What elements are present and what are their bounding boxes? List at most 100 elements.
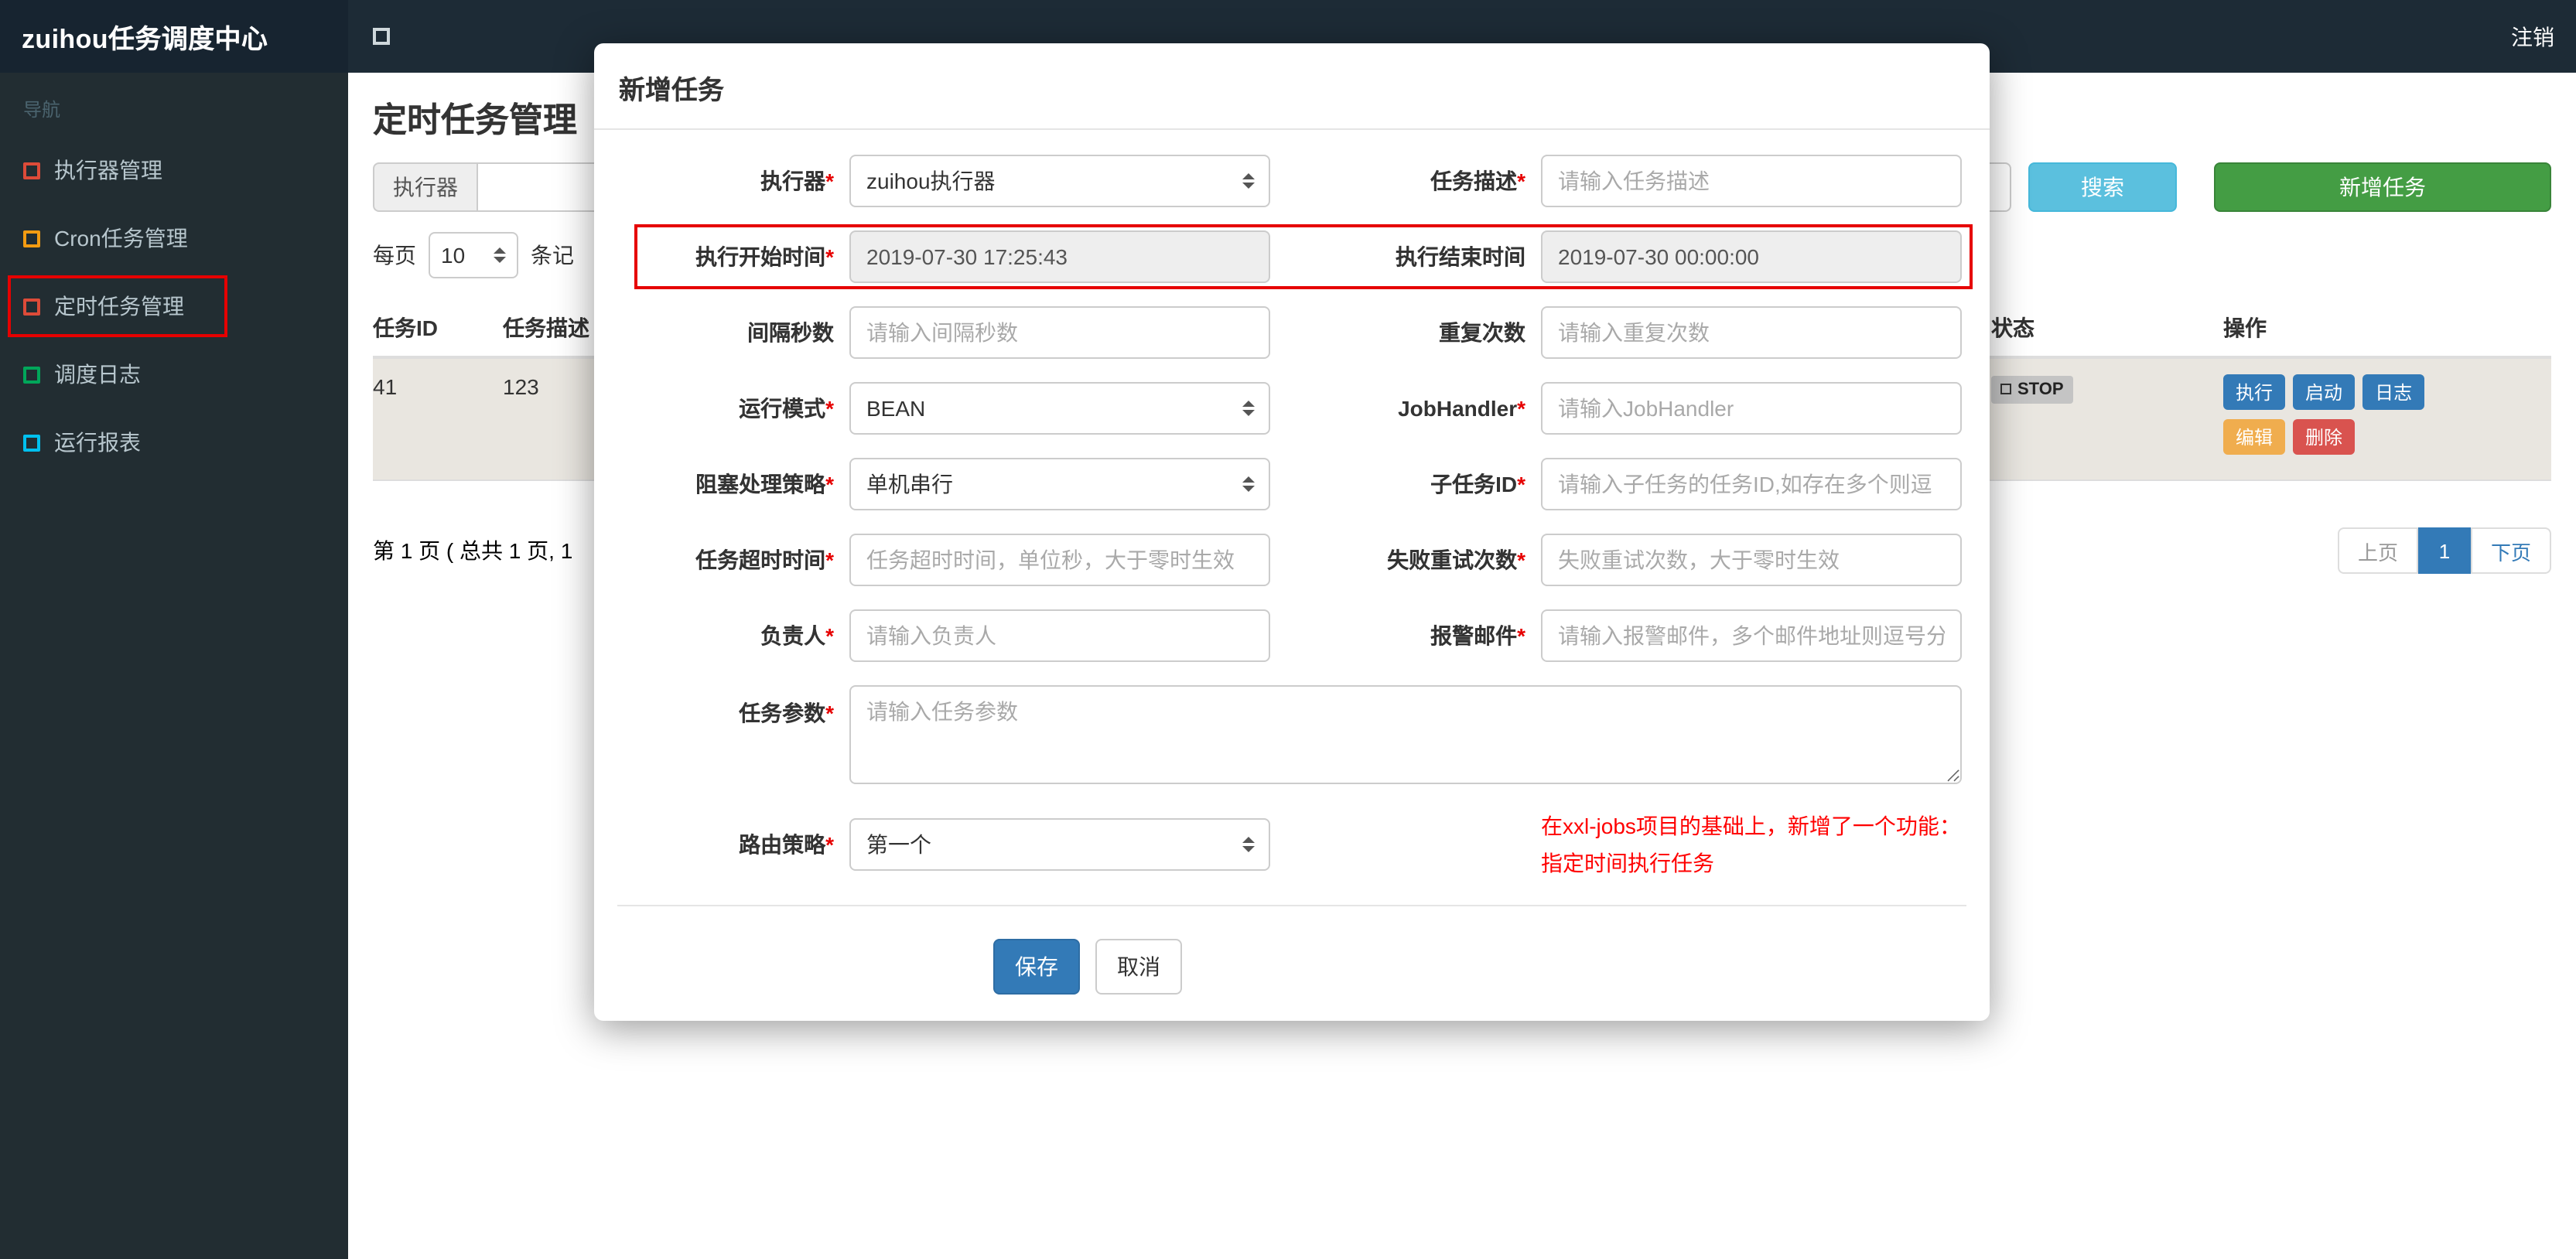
- route-strategy-label: 路由策略: [617, 829, 849, 860]
- alarm-email-label: 报警邮件: [1270, 620, 1541, 651]
- select-arrows-icon: [1242, 401, 1255, 416]
- action-row-1: 执行 启动 日志: [2223, 374, 2551, 410]
- alarm-email-input[interactable]: [1541, 609, 1962, 662]
- app-title[interactable]: zuihou任务调度中心: [0, 0, 348, 73]
- sidebar-item-cron-task-management[interactable]: Cron任务管理: [0, 204, 348, 272]
- page-size-value: 10: [441, 243, 466, 268]
- run-mode-select[interactable]: BEAN: [849, 382, 1270, 435]
- route-strategy-select-value: 第一个: [866, 832, 931, 857]
- green-square-icon: [23, 366, 40, 383]
- owner-label: 负责人: [617, 620, 849, 651]
- modal-title: 新增任务: [619, 76, 724, 105]
- add-task-button[interactable]: 新增任务: [2214, 162, 2551, 212]
- search-button[interactable]: 搜索: [2028, 162, 2177, 212]
- per-page-label: 每页: [373, 243, 416, 268]
- child-job-label: 子任务ID: [1270, 469, 1541, 500]
- form-row: 路由策略 第一个 在xxl-jobs项目的基础上，新增了一个功能： 指定时间执行…: [617, 807, 1966, 882]
- modal-header: 新增任务: [594, 43, 1990, 130]
- retry-label: 失败重试次数: [1270, 544, 1541, 575]
- retry-input[interactable]: [1541, 534, 1962, 586]
- executor-label: 执行器: [617, 165, 849, 196]
- select-arrows-icon: [1242, 837, 1255, 852]
- yellow-square-icon: [23, 230, 40, 247]
- executor-select[interactable]: zuihou执行器: [849, 155, 1270, 207]
- red-square-icon: [23, 298, 40, 315]
- sidebar-item-label: Cron任务管理: [54, 226, 188, 251]
- cancel-button[interactable]: 取消: [1095, 939, 1182, 995]
- delete-button[interactable]: 删除: [2293, 419, 2356, 455]
- owner-input[interactable]: [849, 609, 1270, 662]
- log-button[interactable]: 日志: [2362, 374, 2425, 410]
- feature-note: 在xxl-jobs项目的基础上，新增了一个功能： 指定时间执行任务: [1541, 807, 1961, 882]
- cell-job-id: 41: [373, 374, 398, 399]
- app: zuihou任务调度中心 注销 导航 执行器管理 Cron任务管理 定时任务管理…: [0, 0, 2576, 1259]
- route-strategy-select[interactable]: 第一个: [849, 818, 1270, 871]
- page-size-select[interactable]: 10: [429, 232, 518, 278]
- timeout-input[interactable]: [849, 534, 1270, 586]
- edit-button[interactable]: 编辑: [2223, 419, 2286, 455]
- sidebar-item-label: 运行报表: [54, 430, 141, 455]
- next-page-button[interactable]: 下页: [2470, 527, 2551, 574]
- sidebar-item-dispatch-log[interactable]: 调度日志: [0, 340, 348, 408]
- column-header-status: 状态: [1991, 316, 2034, 340]
- start-button[interactable]: 启动: [2293, 374, 2356, 410]
- column-header-actions: 操作: [2223, 316, 2267, 340]
- logout-link[interactable]: 注销: [2511, 21, 2576, 52]
- sidebar-item-label: 调度日志: [54, 362, 141, 387]
- aqua-square-icon: [23, 434, 40, 451]
- form-row: 执行器 zuihou执行器 任务描述: [617, 155, 1966, 207]
- feature-note-line2: 指定时间执行任务: [1541, 851, 1714, 875]
- sidebar: 导航 执行器管理 Cron任务管理 定时任务管理 调度日志 运行报表: [0, 73, 348, 1259]
- execute-button[interactable]: 执行: [2223, 374, 2286, 410]
- column-header-job-id: 任务ID: [373, 316, 438, 340]
- timeout-label: 任务超时时间: [617, 544, 849, 575]
- cell-status: STOP: [1991, 374, 2223, 403]
- form-row-time: 执行开始时间 执行结束时间: [617, 224, 1973, 289]
- save-button[interactable]: 保存: [993, 939, 1080, 995]
- block-strategy-label: 阻塞处理策略: [617, 469, 849, 500]
- action-row-2: 编辑 删除: [2223, 419, 2551, 455]
- job-handler-input[interactable]: [1541, 382, 1962, 435]
- select-arrows-icon: [1242, 173, 1255, 189]
- modal-body: 执行器 zuihou执行器 任务描述 执行开始时间 执行结束时: [594, 130, 1990, 995]
- job-param-textarea[interactable]: [849, 685, 1962, 784]
- block-strategy-select-value: 单机串行: [866, 472, 953, 496]
- job-handler-label: JobHandler: [1270, 396, 1541, 421]
- job-desc-input[interactable]: [1541, 155, 1962, 207]
- status-badge: STOP: [1991, 375, 2073, 403]
- page-1-button[interactable]: 1: [2417, 527, 2471, 574]
- per-page-suffix: 条记: [531, 243, 574, 268]
- prev-page-button[interactable]: 上页: [2337, 527, 2418, 574]
- child-job-input[interactable]: [1541, 458, 1962, 510]
- end-time-input[interactable]: [1541, 230, 1962, 283]
- repeat-label: 重复次数: [1439, 320, 1525, 345]
- interval-input[interactable]: [849, 306, 1270, 359]
- add-task-modal: 新增任务 执行器 zuihou执行器 任务描述 执行开始时间: [594, 43, 1990, 1021]
- run-mode-select-value: BEAN: [866, 396, 926, 421]
- run-mode-label: 运行模式: [617, 393, 849, 424]
- interval-label: 间隔秒数: [747, 320, 834, 345]
- executor-filter-label: 执行器: [373, 162, 477, 212]
- block-strategy-select[interactable]: 单机串行: [849, 458, 1270, 510]
- job-param-label: 任务参数: [617, 685, 849, 728]
- select-arrows-icon: [494, 247, 506, 263]
- end-time-label: 执行结束时间: [1396, 244, 1525, 269]
- executor-select-value: zuihou执行器: [866, 169, 996, 193]
- pagination-summary: 第 1 页 ( 总共 1 页, 1: [373, 538, 573, 563]
- job-desc-label: 任务描述: [1270, 165, 1541, 196]
- sidebar-item-label: 执行器管理: [54, 158, 162, 183]
- sidebar-item-run-report[interactable]: 运行报表: [0, 408, 348, 476]
- sidebar-item-scheduled-task-management[interactable]: 定时任务管理: [0, 272, 348, 340]
- feature-note-line1: 在xxl-jobs项目的基础上，新增了一个功能：: [1541, 814, 1961, 838]
- repeat-input[interactable]: [1541, 306, 1962, 359]
- sidebar-toggle-icon[interactable]: [373, 28, 390, 45]
- red-square-icon: [23, 162, 40, 179]
- form-row: 任务参数: [617, 685, 1966, 784]
- modal-footer: 保存 取消: [617, 905, 1966, 995]
- start-time-input[interactable]: [849, 230, 1270, 283]
- sidebar-item-executor-management[interactable]: 执行器管理: [0, 136, 348, 204]
- sidebar-nav-label: 导航: [23, 99, 61, 121]
- form-row: 阻塞处理策略 单机串行 子任务ID: [617, 458, 1966, 510]
- form-row: 任务超时时间 失败重试次数: [617, 534, 1966, 586]
- select-arrows-icon: [1242, 476, 1255, 492]
